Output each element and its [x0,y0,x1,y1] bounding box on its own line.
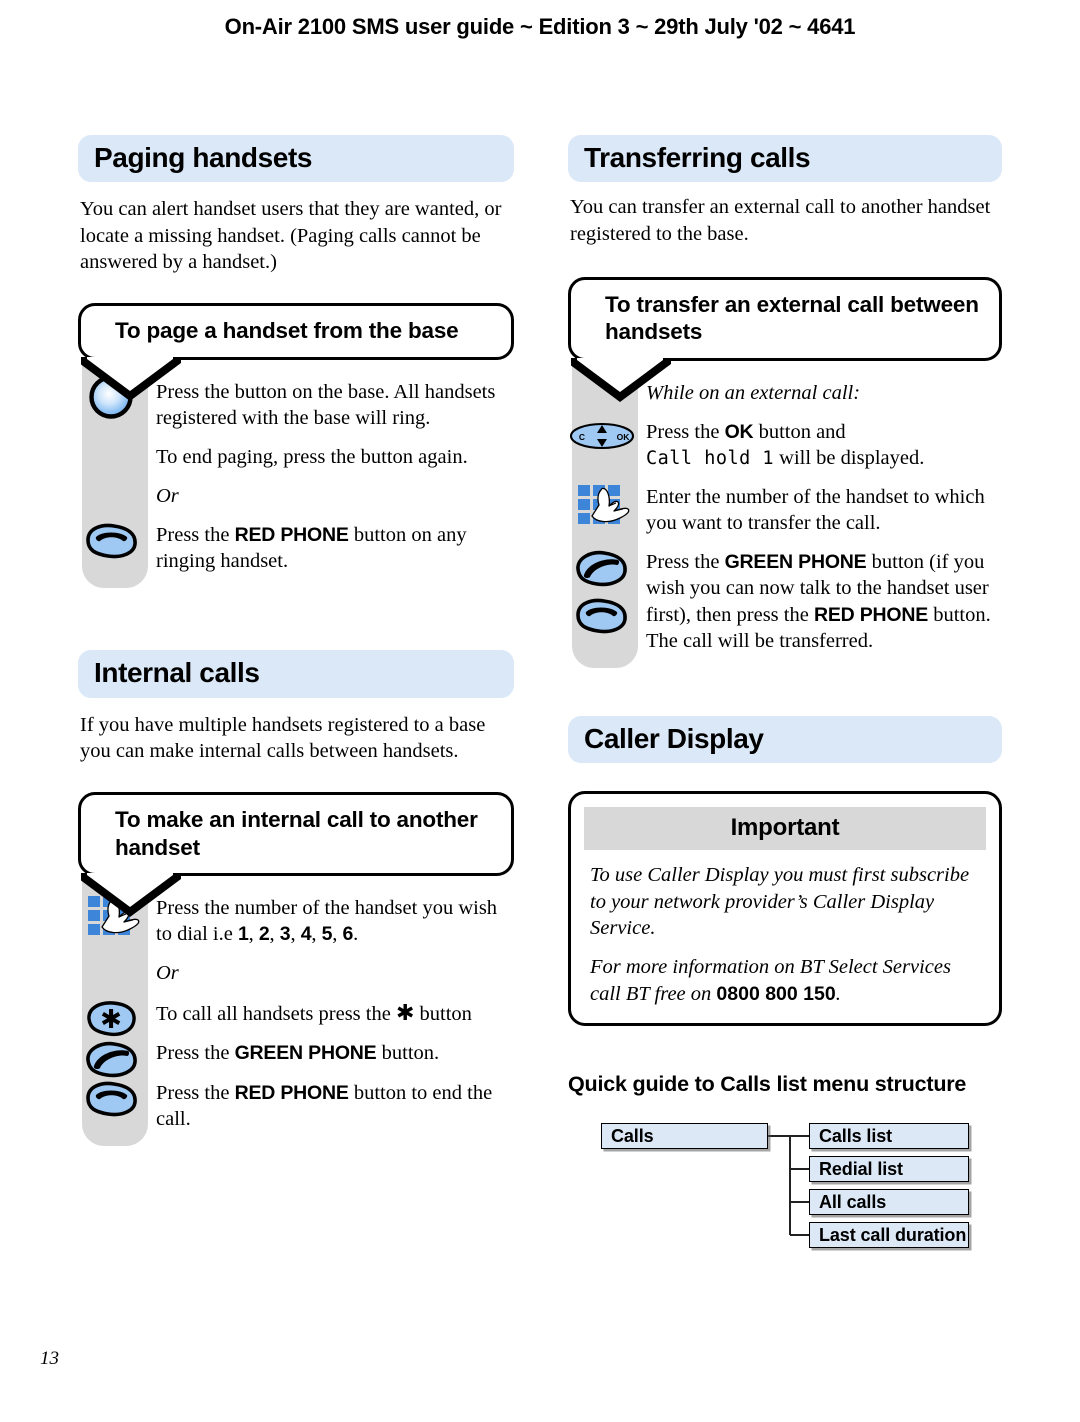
running-head: On-Air 2100 SMS user guide ~ Edition 3 ~… [224,14,856,39]
step-text: Or [156,484,179,507]
section-heading: Transferring calls [568,135,1002,183]
step-text: Press the GREEN PHONE button. [156,1042,440,1065]
nav-ok-key-icon: C OK [568,417,642,463]
callout-tail-icon [81,872,201,921]
step-text: Or [156,962,179,985]
step-item: ✱ To call all handsets press the ✱ butto… [78,999,514,1037]
step-item: Press the RED PHONE button on any ringin… [78,522,514,574]
callout-label: To page a handset from the base [115,318,459,344]
keypad-icon [568,482,642,528]
svg-text:C: C [579,432,585,442]
step-item: C OK Press the OK button and Call hold 1 … [568,419,1002,471]
red-phone-button-icon [78,520,152,566]
step-item: Or [78,960,514,986]
procedure-block: To make an internal call to another hand… [78,792,514,1146]
left-column: Paging handsets You can alert handset us… [78,135,514,1146]
step-item: Enter the number of the handset to which… [568,484,1002,536]
star-key-icon: ✱ [78,997,152,1043]
callout-tail-icon [81,356,201,405]
step-text: Enter the number of the handset to which… [646,486,985,535]
menu-node-redial-list[interactable]: Redial list [809,1156,969,1183]
procedure-callout: To make an internal call to another hand… [78,792,514,917]
section-caller-display: Caller Display Important To use Caller D… [568,715,1002,1249]
manual-page: On-Air 2100 SMS user guide ~ Edition 3 ~… [0,0,1080,1422]
section-heading: Paging handsets [78,135,514,183]
step-text: While on an external call: [646,381,861,404]
procedure-callout: To page a handset from the base [78,303,514,401]
important-title: Important [584,807,986,851]
menu-node-last-call-duration[interactable]: Last call duration [809,1222,969,1249]
section-transferring-calls: Transferring calls You can transfer an e… [568,135,1002,668]
svg-text:OK: OK [617,432,631,442]
section-paging-handsets: Paging handsets You can alert handset us… [78,135,514,589]
svg-text:✱: ✱ [100,1005,122,1035]
step-item: Press the GREEN PHONE button (if you wis… [568,549,1002,654]
important-box: Important To use Caller Display you must… [568,791,1002,1027]
bt-phone-number: 0800 800 150 [716,982,836,1005]
step-text: Press the button on the base. All handse… [156,380,496,429]
step-text: Press the RED PHONE button on any ringin… [156,524,467,573]
green-then-red-phone-icon [568,547,642,639]
step-text: To end paging, press the button again. [156,445,468,468]
section-heading: Internal calls [78,650,514,698]
important-paragraph: For more information on BT Select Servic… [590,956,951,1005]
procedure-block: To transfer an external call between han… [568,276,1002,668]
step-text: Press the number of the handset you wish… [156,896,498,946]
red-phone-button-icon [78,1078,152,1124]
step-text: Press the RED PHONE button to end the ca… [156,1081,493,1130]
important-paragraph: To use Caller Display you must first sub… [590,864,970,940]
step-item: Press the GREEN PHONE button. [78,1040,514,1078]
right-column: Transferring calls You can transfer an e… [568,135,1002,1249]
section-heading: Caller Display [568,715,1002,764]
menu-structure-diagram: Calls Calls list Redial list All calls L… [568,1123,1002,1249]
section-intro: You can transfer an external call to ano… [570,196,991,245]
callout-label: To transfer an external call between han… [605,291,979,345]
menu-node-root[interactable]: Calls [601,1123,768,1150]
step-item: To end paging, press the button again. [78,444,514,470]
callout-tail-icon [571,357,691,406]
menu-node-calls-list[interactable]: Calls list [809,1123,969,1150]
quick-guide-title: Quick guide to Calls list menu structure [568,1072,967,1097]
step-item: Press the RED PHONE button to end the ca… [78,1080,514,1132]
step-text: Press the OK button and Call hold 1 will … [646,420,925,469]
step-text: Press the GREEN PHONE button (if you wis… [646,551,991,652]
section-intro: If you have multiple handsets registered… [80,713,486,762]
quick-guide-block: Quick guide to Calls list menu structure… [568,1072,1002,1249]
step-item: Or [78,483,514,509]
procedure-block: To page a handset from the base Press th… [78,303,514,589]
section-internal-calls: Internal calls If you have multiple hand… [78,650,514,1146]
menu-node-all-calls[interactable]: All calls [809,1189,969,1216]
page-number: 13 [40,1348,59,1369]
step-text: To call all handsets press the ✱ button [156,1000,472,1026]
section-intro: You can alert handset users that they ar… [80,198,502,273]
procedure-callout: To transfer an external call between han… [568,276,1002,402]
callout-label: To make an internal call to another hand… [115,807,478,860]
